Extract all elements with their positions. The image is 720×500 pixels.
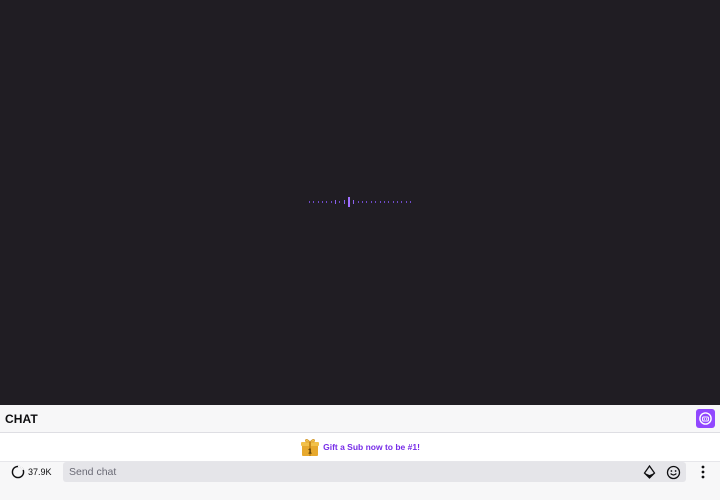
viewer-count[interactable]: 37.9K	[11, 463, 52, 480]
community-points-button[interactable]	[696, 409, 715, 428]
gift-banner-text: Gift a Sub now to be #1!	[323, 442, 420, 452]
chat-input-row: 37.9K	[0, 462, 720, 500]
chat-input[interactable]	[63, 462, 686, 482]
gift-icon: 1	[301, 439, 320, 456]
svg-text:1: 1	[308, 449, 312, 456]
loading-indicator	[309, 196, 411, 208]
chat-header: CHAT	[0, 405, 720, 433]
more-options-icon	[701, 465, 705, 479]
viewer-count-value: 37.9K	[28, 466, 52, 477]
video-player[interactable]	[0, 0, 720, 405]
more-options-button[interactable]	[694, 463, 712, 481]
bits-icon	[643, 465, 655, 479]
emote-picker-button[interactable]	[664, 463, 682, 481]
chat-title: CHAT	[5, 411, 38, 426]
emote-icon	[666, 465, 680, 479]
community-points-icon	[699, 412, 712, 425]
viewer-count-icon	[11, 465, 25, 478]
gift-sub-banner[interactable]: 1 Gift a Sub now to be #1!	[0, 433, 720, 462]
bits-button[interactable]	[640, 463, 658, 481]
